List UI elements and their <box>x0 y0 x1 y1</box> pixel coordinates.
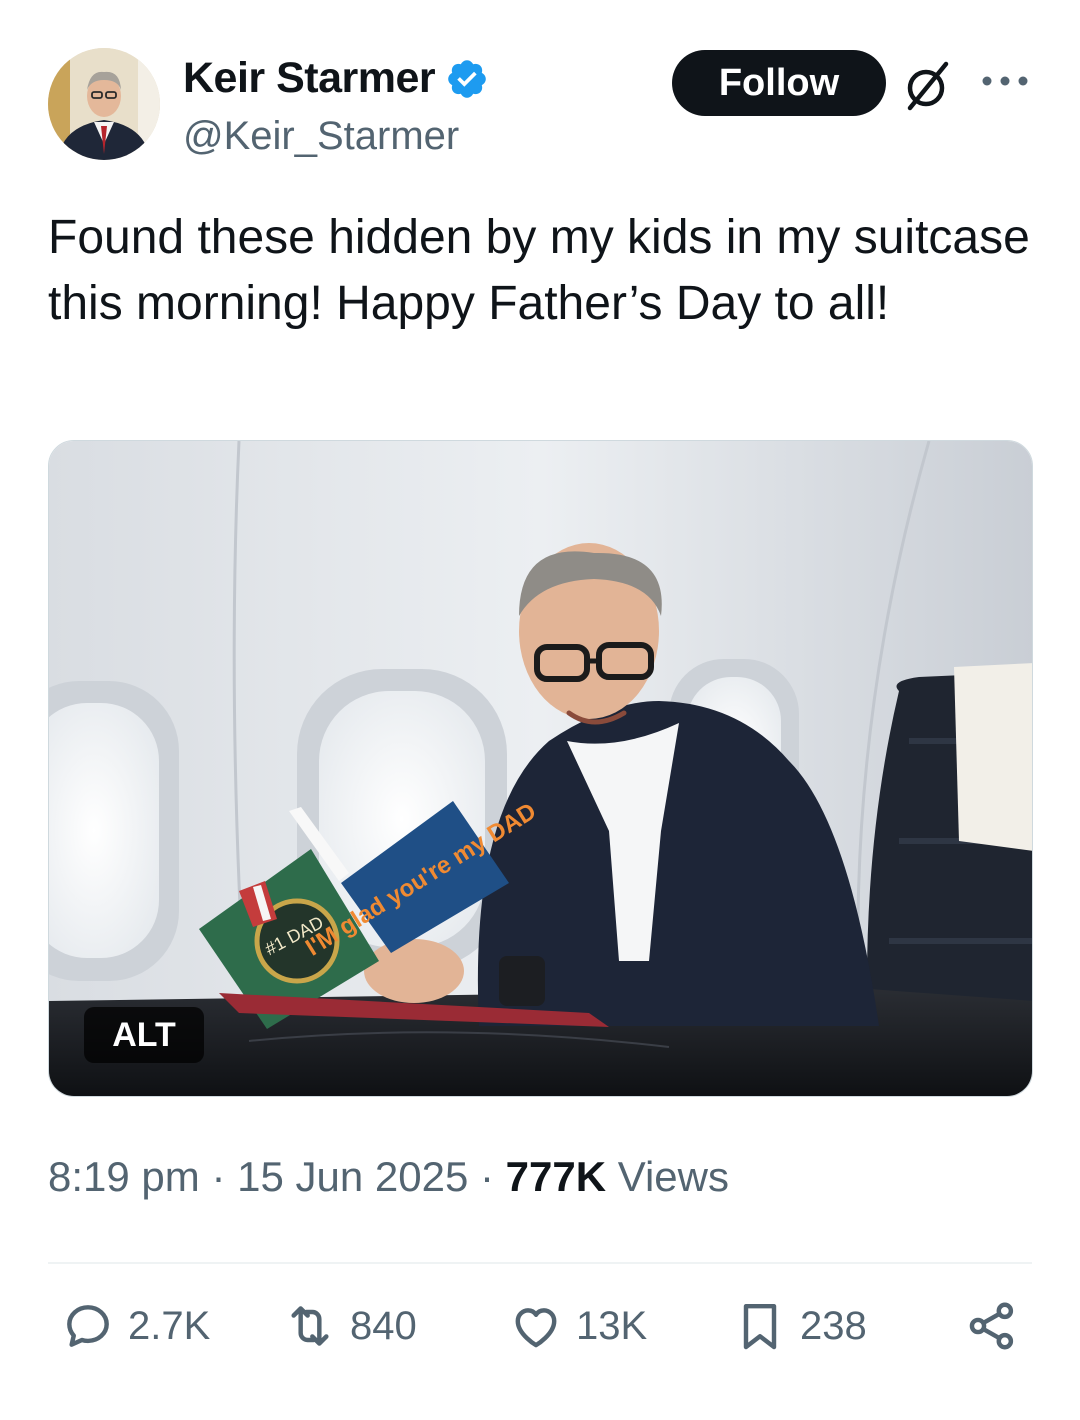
action-bar: 2.7K 840 13K 238 <box>60 1298 1020 1362</box>
reply-button[interactable]: 2.7K <box>60 1298 210 1354</box>
more-options-icon[interactable] <box>978 68 1032 94</box>
follow-button[interactable]: Follow <box>672 50 886 116</box>
heart-icon <box>515 1308 557 1348</box>
tweet-media[interactable]: #1 DAD I'M glad you're my DAD ALT <box>48 440 1033 1097</box>
like-button[interactable]: 13K <box>508 1298 647 1354</box>
tweet-time[interactable]: 8:19 pm <box>48 1153 200 1200</box>
display-name[interactable]: Keir Starmer <box>183 54 436 103</box>
repost-icon <box>291 1306 329 1346</box>
meta-separator: · <box>211 1153 238 1200</box>
tweet-meta: 8:19 pm · 15 Jun 2025 · 777K Views <box>48 1153 729 1201</box>
handle[interactable]: @Keir_Starmer <box>183 114 459 159</box>
repost-count: 840 <box>350 1303 417 1348</box>
avatar-image <box>48 48 160 160</box>
tweet-photo[interactable]: #1 DAD I'M glad you're my DAD <box>49 441 1033 1097</box>
bookmark-icon <box>743 1303 777 1350</box>
repost-button[interactable]: 840 <box>282 1298 417 1354</box>
tweet-header: Keir Starmer @Keir_Starmer Follow <box>48 48 1032 163</box>
divider <box>48 1262 1032 1264</box>
tweet-date[interactable]: 15 Jun 2025 <box>237 1153 468 1200</box>
avatar[interactable] <box>48 48 160 160</box>
verified-badge-icon[interactable] <box>445 57 489 101</box>
reply-icon <box>67 1305 109 1347</box>
views-label: Views <box>617 1153 729 1200</box>
alt-badge[interactable]: ALT <box>84 1007 204 1063</box>
bookmark-button[interactable]: 238 <box>732 1298 867 1354</box>
meta-separator: · <box>479 1153 506 1200</box>
bookmark-count: 238 <box>800 1303 867 1348</box>
share-icon <box>969 1302 1014 1350</box>
reply-count: 2.7K <box>128 1303 211 1348</box>
like-count: 13K <box>576 1303 648 1348</box>
name-row: Keir Starmer <box>183 54 489 103</box>
grok-icon[interactable] <box>900 58 956 114</box>
views-count: 777K <box>505 1153 607 1200</box>
share-button[interactable] <box>964 1298 1020 1354</box>
tweet-text: Found these hidden by my kids in my suit… <box>48 211 1030 330</box>
